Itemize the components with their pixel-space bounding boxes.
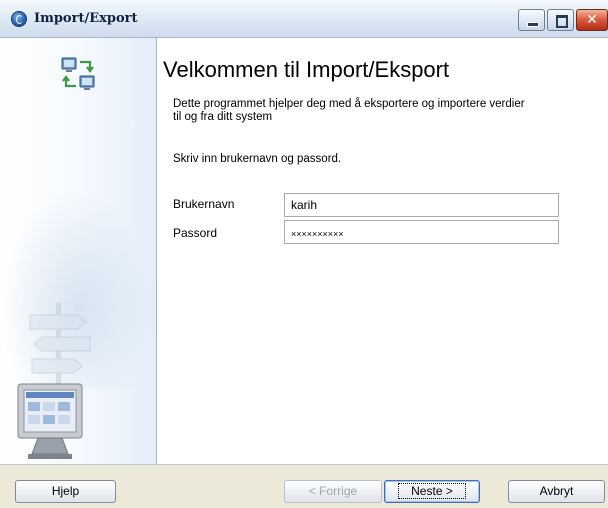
username-input[interactable]	[284, 193, 559, 217]
intro-line-2: til og fra ditt system	[173, 111, 273, 123]
help-button[interactable]: Hjelp	[15, 480, 116, 503]
password-label: Passord	[173, 226, 218, 240]
minimize-icon	[527, 22, 539, 27]
intro-text: Dette programmet hjelper deg med å ekspo…	[173, 98, 583, 124]
next-button-label: Neste >	[398, 483, 466, 499]
cancel-button[interactable]: Avbryt	[508, 480, 605, 503]
close-icon: ✕	[586, 12, 598, 28]
app-logo-icon[interactable]	[11, 11, 27, 27]
maximize-button[interactable]	[547, 9, 574, 31]
login-prompt: Skriv inn brukernavn og passord.	[173, 153, 342, 165]
transfer-computers-icon	[61, 57, 95, 90]
wizard-footer: Hjelp < Forrige Neste > Avbryt	[0, 464, 608, 508]
title-bar[interactable]: Import/Export ✕	[0, 0, 608, 38]
next-button[interactable]: Neste >	[384, 480, 480, 503]
page-title: Velkommen til Import/Eksport	[163, 57, 450, 82]
back-button[interactable]: < Forrige	[284, 480, 382, 503]
monitor-icon	[17, 383, 83, 459]
window-title: Import/Export	[34, 11, 138, 26]
intro-line-1: Dette programmet hjelper deg med å ekspo…	[173, 98, 525, 110]
maximize-icon	[556, 15, 568, 28]
wizard-sidebar	[0, 38, 157, 464]
minimize-button[interactable]	[518, 9, 545, 31]
username-label: Brukernavn	[173, 197, 235, 211]
import-export-window: Import/Export ✕ Velkommen til Import/Eks…	[0, 0, 608, 508]
password-input[interactable]	[284, 220, 559, 244]
close-button[interactable]: ✕	[576, 9, 608, 31]
